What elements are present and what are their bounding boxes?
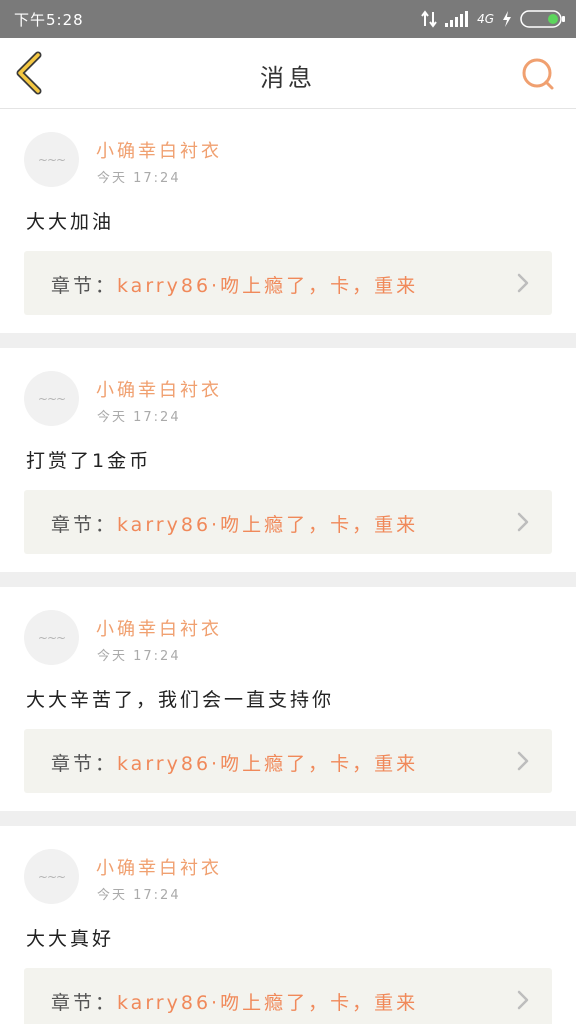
avatar[interactable]: ~~~ — [24, 371, 79, 426]
chapter-title: karry86·吻上瘾了，卡，重来 — [117, 514, 419, 536]
chapter-label: 章节： — [51, 275, 118, 297]
chapter-link[interactable]: 章节：karry86·吻上瘾了，卡，重来 — [24, 968, 552, 1024]
chapter-text: 章节：karry86·吻上瘾了，卡，重来 — [51, 510, 418, 537]
chapter-title: karry86·吻上瘾了，卡，重来 — [117, 753, 419, 775]
charging-icon — [503, 11, 511, 27]
message-content: 大大辛苦了，我们会一直支持你 — [26, 689, 335, 711]
message-username[interactable]: 小确幸白衬衣 — [96, 615, 222, 641]
data-transfer-icon — [421, 10, 437, 28]
message-username[interactable]: 小确幸白衬衣 — [96, 137, 222, 163]
chapter-link[interactable]: 章节：karry86·吻上瘾了，卡，重来 — [24, 251, 552, 315]
message-card: ~~~ 小确幸白衬衣 今天 17:24 打赏了1金币 章节：karry86·吻上… — [0, 348, 576, 572]
avatar-placeholder-icon: ~~~ — [37, 391, 66, 406]
message-username[interactable]: 小确幸白衬衣 — [96, 376, 222, 402]
message-time: 今天 17:24 — [97, 410, 181, 425]
chapter-text: 章节：karry86·吻上瘾了，卡，重来 — [51, 988, 418, 1015]
chevron-right-icon — [517, 512, 529, 532]
chapter-label: 章节： — [51, 992, 118, 1014]
battery-icon — [520, 10, 565, 28]
chapter-text: 章节：karry86·吻上瘾了，卡，重来 — [51, 749, 418, 776]
message-time: 今天 17:24 — [97, 888, 181, 903]
chevron-right-icon — [517, 990, 529, 1010]
signal-icon — [445, 11, 469, 27]
status-icons: 4G — [413, 8, 566, 30]
message-list: ~~~ 小确幸白衬衣 今天 17:24 大大加油 章节：karry86·吻上瘾了… — [0, 109, 576, 1024]
message-page: 下午5:28 4G 消息 ~~~ 小确幸白衬衣 今天 17:24 大大加油 章节… — [0, 0, 576, 1024]
message-card: ~~~ 小确幸白衬衣 今天 17:24 大大加油 章节：karry86·吻上瘾了… — [0, 109, 576, 333]
network-type: 4G — [477, 12, 494, 26]
message-content: 大大加油 — [26, 211, 115, 233]
chevron-right-icon — [517, 273, 529, 293]
chapter-title: karry86·吻上瘾了，卡，重来 — [117, 992, 419, 1014]
search-button[interactable] — [520, 56, 556, 92]
chapter-label: 章节： — [51, 514, 118, 536]
avatar[interactable]: ~~~ — [24, 849, 79, 904]
avatar[interactable]: ~~~ — [24, 132, 79, 187]
avatar-placeholder-icon: ~~~ — [37, 152, 66, 167]
message-content: 打赏了1金币 — [26, 450, 152, 472]
chapter-link[interactable]: 章节：karry86·吻上瘾了，卡，重来 — [24, 729, 552, 793]
message-time: 今天 17:24 — [97, 649, 181, 664]
chapter-text: 章节：karry86·吻上瘾了，卡，重来 — [51, 271, 418, 298]
avatar[interactable]: ~~~ — [24, 610, 79, 665]
message-card: ~~~ 小确幸白衬衣 今天 17:24 大大辛苦了，我们会一直支持你 章节：ka… — [0, 587, 576, 811]
avatar-placeholder-icon: ~~~ — [37, 630, 66, 645]
search-icon — [522, 58, 554, 90]
header-bar: 消息 — [0, 38, 576, 109]
chapter-link[interactable]: 章节：karry86·吻上瘾了，卡，重来 — [24, 490, 552, 554]
avatar-placeholder-icon: ~~~ — [37, 869, 66, 884]
chapter-label: 章节： — [51, 753, 118, 775]
message-card: ~~~ 小确幸白衬衣 今天 17:24 大大真好 章节：karry86·吻上瘾了… — [0, 826, 576, 1024]
message-username[interactable]: 小确幸白衬衣 — [96, 854, 222, 880]
message-content: 大大真好 — [26, 928, 115, 950]
chapter-title: karry86·吻上瘾了，卡，重来 — [117, 275, 419, 297]
page-title: 消息 — [260, 64, 316, 92]
status-time: 下午5:28 — [14, 11, 84, 29]
chevron-right-icon — [517, 751, 529, 771]
message-time: 今天 17:24 — [97, 171, 181, 186]
status-bar: 下午5:28 4G — [0, 0, 576, 38]
